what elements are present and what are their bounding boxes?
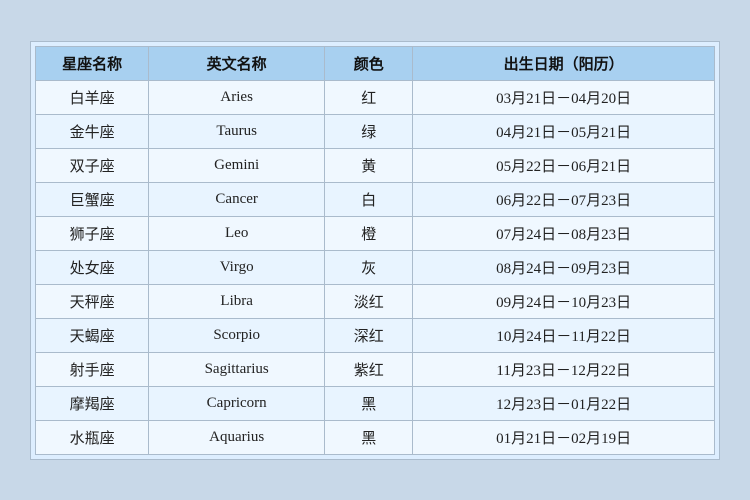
cell-zh: 巨蟹座	[36, 182, 149, 216]
cell-date: 04月21日－05月21日	[413, 114, 715, 148]
cell-date: 09月24日－10月23日	[413, 284, 715, 318]
cell-en: Scorpio	[149, 318, 325, 352]
header-color: 颜色	[325, 46, 413, 80]
cell-en: Virgo	[149, 250, 325, 284]
table-row: 狮子座Leo橙07月24日－08月23日	[36, 216, 715, 250]
zodiac-table: 星座名称 英文名称 颜色 出生日期（阳历） 白羊座Aries红03月21日－04…	[35, 46, 715, 455]
cell-zh: 射手座	[36, 352, 149, 386]
header-en: 英文名称	[149, 46, 325, 80]
cell-color: 红	[325, 80, 413, 114]
cell-zh: 狮子座	[36, 216, 149, 250]
table-row: 白羊座Aries红03月21日－04月20日	[36, 80, 715, 114]
table-row: 摩羯座Capricorn黑12月23日－01月22日	[36, 386, 715, 420]
cell-date: 03月21日－04月20日	[413, 80, 715, 114]
cell-date: 07月24日－08月23日	[413, 216, 715, 250]
cell-zh: 双子座	[36, 148, 149, 182]
cell-zh: 白羊座	[36, 80, 149, 114]
table-row: 巨蟹座Cancer白06月22日－07月23日	[36, 182, 715, 216]
cell-zh: 摩羯座	[36, 386, 149, 420]
cell-color: 淡红	[325, 284, 413, 318]
cell-en: Aquarius	[149, 420, 325, 454]
cell-en: Taurus	[149, 114, 325, 148]
cell-en: Libra	[149, 284, 325, 318]
zodiac-table-wrapper: 星座名称 英文名称 颜色 出生日期（阳历） 白羊座Aries红03月21日－04…	[30, 41, 720, 460]
cell-date: 12月23日－01月22日	[413, 386, 715, 420]
cell-en: Capricorn	[149, 386, 325, 420]
cell-en: Gemini	[149, 148, 325, 182]
cell-color: 紫红	[325, 352, 413, 386]
table-header-row: 星座名称 英文名称 颜色 出生日期（阳历）	[36, 46, 715, 80]
table-row: 天蝎座Scorpio深红10月24日－11月22日	[36, 318, 715, 352]
cell-color: 白	[325, 182, 413, 216]
table-row: 天秤座Libra淡红09月24日－10月23日	[36, 284, 715, 318]
table-row: 水瓶座Aquarius黑01月21日－02月19日	[36, 420, 715, 454]
table-row: 射手座Sagittarius紫红11月23日－12月22日	[36, 352, 715, 386]
cell-color: 黄	[325, 148, 413, 182]
cell-en: Sagittarius	[149, 352, 325, 386]
table-row: 金牛座Taurus绿04月21日－05月21日	[36, 114, 715, 148]
cell-date: 05月22日－06月21日	[413, 148, 715, 182]
cell-zh: 处女座	[36, 250, 149, 284]
cell-zh: 天秤座	[36, 284, 149, 318]
cell-color: 黑	[325, 386, 413, 420]
cell-zh: 金牛座	[36, 114, 149, 148]
cell-en: Cancer	[149, 182, 325, 216]
cell-en: Aries	[149, 80, 325, 114]
cell-color: 灰	[325, 250, 413, 284]
cell-color: 深红	[325, 318, 413, 352]
cell-date: 08月24日－09月23日	[413, 250, 715, 284]
header-date: 出生日期（阳历）	[413, 46, 715, 80]
header-zh: 星座名称	[36, 46, 149, 80]
cell-en: Leo	[149, 216, 325, 250]
cell-date: 01月21日－02月19日	[413, 420, 715, 454]
cell-date: 10月24日－11月22日	[413, 318, 715, 352]
cell-date: 06月22日－07月23日	[413, 182, 715, 216]
table-row: 双子座Gemini黄05月22日－06月21日	[36, 148, 715, 182]
cell-date: 11月23日－12月22日	[413, 352, 715, 386]
table-row: 处女座Virgo灰08月24日－09月23日	[36, 250, 715, 284]
cell-color: 黑	[325, 420, 413, 454]
cell-zh: 天蝎座	[36, 318, 149, 352]
cell-color: 橙	[325, 216, 413, 250]
cell-zh: 水瓶座	[36, 420, 149, 454]
cell-color: 绿	[325, 114, 413, 148]
